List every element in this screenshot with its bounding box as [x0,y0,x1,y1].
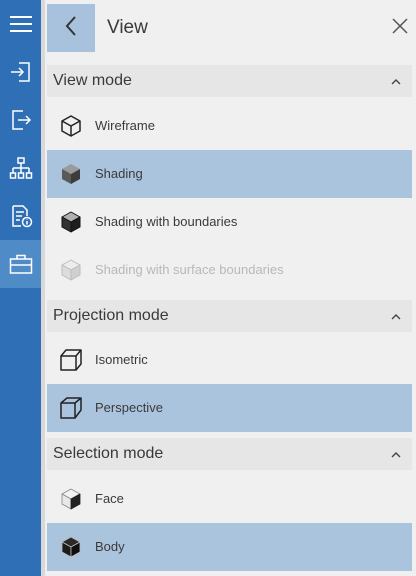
perspective-cube-icon [59,396,83,420]
chevron-up-icon [390,310,402,322]
import-icon [9,60,33,84]
toolbox-button[interactable] [0,240,41,288]
wireframe-cube-icon [59,114,83,138]
section-projection-mode[interactable]: Projection mode [47,300,412,332]
hierarchy-icon [9,156,33,180]
close-button[interactable] [390,17,410,39]
view-panel: View View mode Wireframe Shading Shading… [45,0,416,576]
section-label: Selection mode [53,445,164,462]
document-info-icon [9,204,33,228]
left-rail [0,0,41,576]
export-button[interactable] [0,96,41,144]
item-label: Isometric [95,352,148,367]
section-label: View mode [53,72,132,89]
panel-title: View [107,17,148,38]
close-icon [392,17,408,39]
body-select-icon [59,535,83,559]
menu-icon [9,15,33,33]
item-shading[interactable]: Shading [47,150,412,198]
chevron-up-icon [390,75,402,87]
document-info-button[interactable] [0,192,41,240]
item-label: Shading with boundaries [95,214,238,229]
menu-button[interactable] [0,0,41,48]
item-perspective[interactable]: Perspective [47,384,412,432]
section-label: Projection mode [53,307,169,324]
section-selection-mode[interactable]: Selection mode [47,438,412,470]
surface-boundaries-cube-icon [59,258,83,282]
import-button[interactable] [0,48,41,96]
item-label: Wireframe [95,118,155,133]
export-icon [9,108,33,132]
item-shading-with-surface-boundaries: Shading with surface boundaries [47,246,412,294]
section-view-mode[interactable]: View mode [47,65,412,97]
item-label: Perspective [95,400,163,415]
chevron-up-icon [390,448,402,460]
back-button[interactable] [47,4,95,52]
item-face[interactable]: Face [47,475,412,523]
shaded-cube-icon [59,162,83,186]
toolbox-icon [9,253,33,275]
panel-header: View [45,0,416,58]
chevron-left-icon [64,15,78,42]
hierarchy-button[interactable] [0,144,41,192]
item-label: Shading with surface boundaries [95,262,284,277]
item-label: Face [95,491,124,506]
isometric-cube-icon [59,348,83,372]
item-body[interactable]: Body [47,523,412,571]
item-label: Body [95,539,125,554]
item-isometric[interactable]: Isometric [47,336,412,384]
face-select-icon [59,487,83,511]
item-wireframe[interactable]: Wireframe [47,102,412,150]
shaded-boundaries-cube-icon [59,210,83,234]
item-label: Shading [95,166,143,181]
item-shading-with-boundaries[interactable]: Shading with boundaries [47,198,412,246]
